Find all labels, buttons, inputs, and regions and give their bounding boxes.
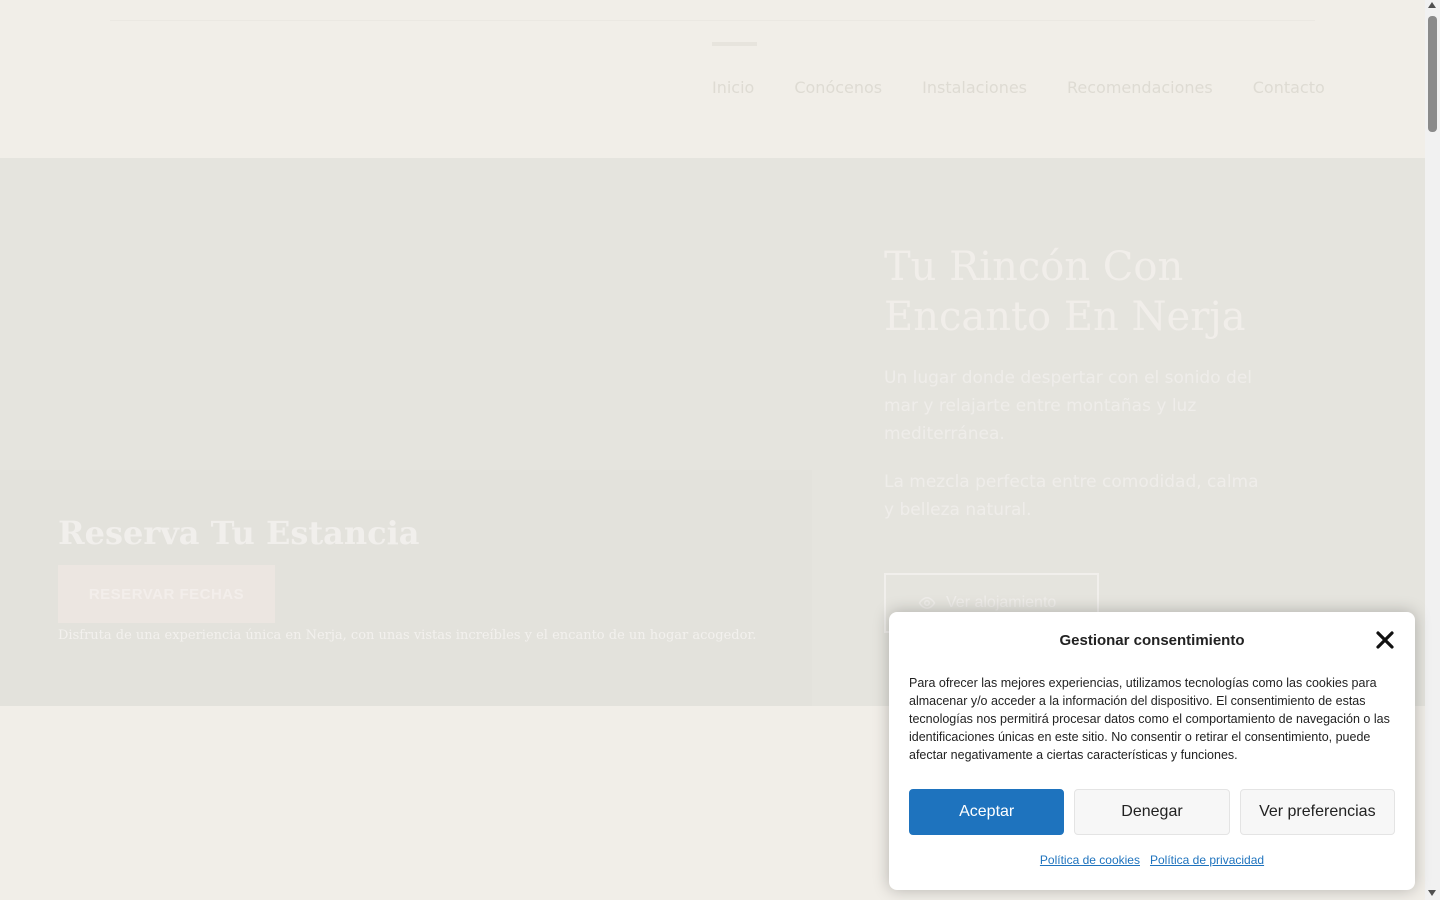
reserve-dates-button[interactable]: RESERVAR FECHAS [58,565,275,623]
hero-title: Tu Rincón Con Encanto En Nerja [884,244,1246,340]
consent-links: Política de cookies Política de privacid… [889,853,1415,867]
nav-item-inicio[interactable]: Inicio [712,42,758,97]
nav-item-contacto[interactable]: Contacto [1253,78,1325,97]
eye-icon [918,596,936,610]
nav-item-conocenos[interactable]: Conócenos [794,78,882,97]
cookie-policy-link[interactable]: Política de cookies [1040,853,1140,867]
accept-button[interactable]: Aceptar [909,789,1065,835]
privacy-policy-link[interactable]: Política de privacidad [1150,853,1264,867]
consent-title: Gestionar consentimiento [1059,632,1245,649]
hero-paragraph-1: Un lugar donde despertar con el sonido d… [884,368,1252,444]
reserve-description: Disfruta de una experiencia única en Ner… [58,628,757,643]
scroll-down-arrow-icon[interactable] [1428,890,1436,896]
preferences-button[interactable]: Ver preferencias [1239,789,1395,835]
site-header: Inicio Conócenos Instalaciones Recomenda… [0,0,1425,158]
nav-item-instalaciones[interactable]: Instalaciones [922,78,1027,97]
page-scrollbar[interactable] [1425,0,1440,900]
consent-text: Para ofrecer las mejores experiencias, u… [909,676,1390,762]
main-nav: Inicio Conócenos Instalaciones Recomenda… [712,42,1325,97]
scroll-up-arrow-icon[interactable] [1428,2,1436,8]
hero-paragraph-2: La mezcla perfecta entre comodidad, calm… [884,472,1259,520]
header-divider [110,20,1315,21]
consent-buttons: Aceptar Denegar Ver preferencias [909,789,1395,835]
close-icon[interactable] [1375,630,1395,650]
deny-button[interactable]: Denegar [1074,789,1230,835]
reserve-title: Reserva Tu Estancia [58,514,420,552]
scroll-thumb[interactable] [1428,16,1437,132]
view-accommodation-label: Ver alojamiento [946,594,1057,611]
cookie-consent-dialog: Gestionar consentimiento Para ofrecer la… [889,612,1415,890]
nav-item-recomendaciones[interactable]: Recomendaciones [1067,78,1213,97]
